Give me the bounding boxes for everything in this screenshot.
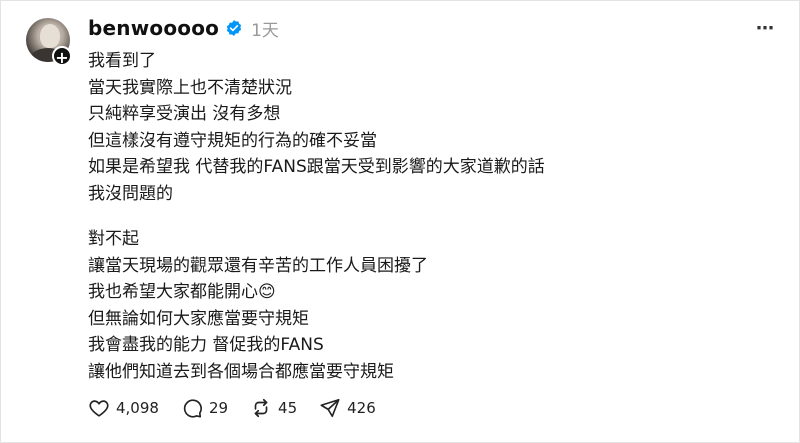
send-icon [320, 398, 340, 418]
like-button[interactable]: 4,098 [88, 397, 159, 419]
repost-count: 45 [278, 399, 298, 417]
text-line: 讓他們知道去到各個場合都應當要守規矩 [88, 361, 394, 382]
more-options-icon[interactable]: ⋯ [756, 18, 776, 39]
post-header: benwooooo 1天 [88, 14, 279, 42]
follow-button[interactable]: + [52, 46, 72, 67]
repost-icon [254, 398, 268, 418]
text-line: 我會盡我的能力 督促我的FANS [88, 335, 324, 355]
heart-icon [89, 400, 109, 417]
comment-button[interactable]: 29 [181, 397, 228, 419]
text-line: 讓當天現場的觀眾還有辛苦的工作人員困擾了 [88, 255, 428, 276]
username[interactable]: benwooooo [88, 16, 219, 40]
comment-icon [183, 399, 202, 418]
text-line: 我看到了 [88, 51, 156, 71]
repost-button[interactable]: 45 [250, 397, 297, 419]
avatar-face [40, 24, 60, 48]
post-body: 我看到了 當天我實際上也不清楚狀況 只純粹享受演出 沒有多想 但這樣沒有遵守規矩… [88, 48, 778, 385]
text-line: 我沒問題的 [88, 183, 173, 204]
share-button[interactable]: 426 [319, 397, 376, 419]
text-line: 如果是希望我 代替我的FANS跟當天受到影響的大家道歉的話 [88, 157, 545, 177]
text-line: 當天我實際上也不清楚狀況 [88, 77, 292, 98]
text-line: 只純粹享受演出 沒有多想 [88, 104, 281, 124]
comment-count: 29 [208, 399, 229, 417]
text-line: 我也希望大家都能開心😊 [88, 282, 276, 302]
verified-badge-icon [226, 20, 242, 36]
text-line: 對不起 [88, 229, 139, 249]
paragraph: 對不起 讓當天現場的觀眾還有辛苦的工作人員困擾了 我也希望大家都能開心😊 但無論… [88, 226, 778, 385]
like-count: 4,098 [116, 399, 159, 417]
text-line: 但這樣沒有遵守規矩的行為的確不妥當 [88, 130, 377, 151]
share-count: 426 [347, 399, 376, 417]
text-line: 但無論如何大家應當要守規矩 [88, 308, 309, 329]
paragraph: 我看到了 當天我實際上也不清楚狀況 只純粹享受演出 沒有多想 但這樣沒有遵守規矩… [88, 48, 778, 207]
post-time: 1天 [251, 20, 279, 41]
action-bar: 4,098 29 45 426 [88, 396, 398, 420]
